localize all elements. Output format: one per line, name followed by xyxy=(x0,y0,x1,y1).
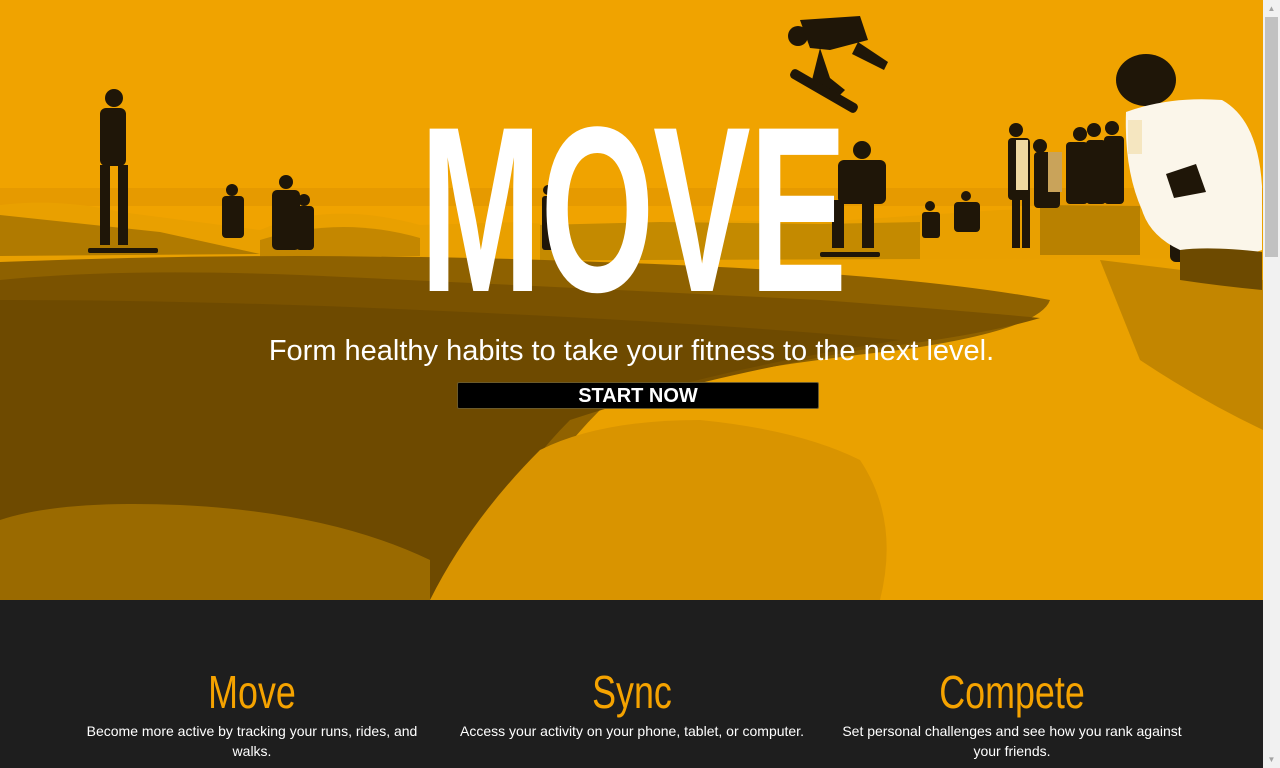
feature-compete: Compete Set personal challenges and see … xyxy=(832,664,1192,761)
feature-title: Sync xyxy=(592,666,672,718)
hero-title: MOVE xyxy=(419,78,847,342)
vertical-scrollbar[interactable]: ▲ ▼ xyxy=(1263,0,1280,768)
feature-description: Set personal challenges and see how you … xyxy=(842,723,1182,759)
start-now-button[interactable]: START NOW xyxy=(457,382,819,409)
feature-move: Move Become more active by tracking your… xyxy=(72,664,432,761)
feature-sync: Sync Access your activity on your phone,… xyxy=(452,664,812,741)
scrollbar-thumb[interactable] xyxy=(1265,17,1278,257)
feature-title: Compete xyxy=(939,666,1085,718)
feature-description: Become more active by tracking your runs… xyxy=(86,723,418,759)
page: MOVE Form healthy habits to take your fi… xyxy=(0,0,1263,768)
scroll-up-arrow-icon[interactable]: ▲ xyxy=(1263,0,1280,17)
hero-subtitle: Form healthy habits to take your fitness… xyxy=(268,335,995,367)
feature-description: Access your activity on your phone, tabl… xyxy=(460,723,804,739)
hero-section: MOVE Form healthy habits to take your fi… xyxy=(0,0,1263,600)
scroll-down-arrow-icon[interactable]: ▼ xyxy=(1263,751,1280,768)
feature-title: Move xyxy=(208,666,296,718)
features-section: Move Become more active by tracking your… xyxy=(0,600,1263,768)
